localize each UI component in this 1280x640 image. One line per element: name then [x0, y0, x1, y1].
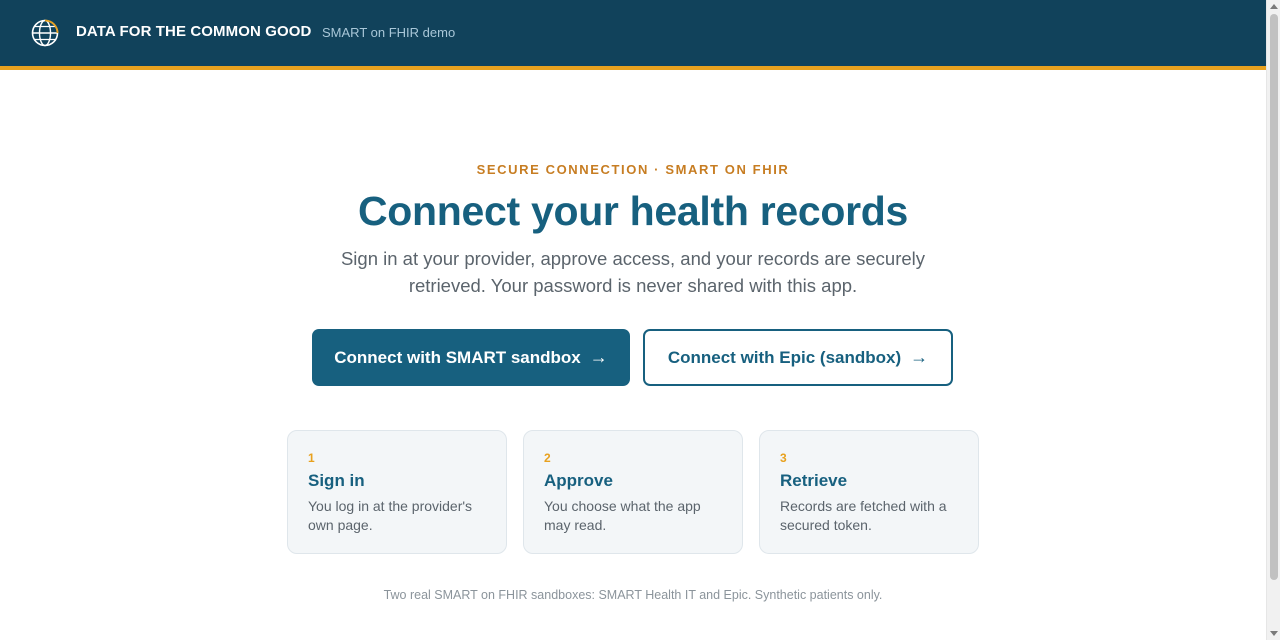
vertical-scrollbar[interactable] — [1266, 0, 1280, 640]
step-text: You log in at the provider's own page. — [308, 498, 473, 533]
arrow-right-icon: → — [589, 347, 608, 367]
step-card-retrieve: 3 Retrieve Records are fetched with a se… — [759, 430, 979, 554]
arrow-right-icon: → — [910, 347, 929, 367]
step-title: Sign in — [308, 471, 365, 490]
step-title: Approve — [544, 471, 613, 490]
hero-description: Sign in at your provider, approve access… — [340, 248, 926, 296]
brand-subtitle: SMART on FHIR demo — [322, 25, 456, 40]
scroll-thumb[interactable] — [1270, 14, 1278, 580]
brand-title[interactable]: DATA FOR THE COMMON GOOD — [76, 23, 311, 40]
step-number: 1 — [308, 451, 315, 465]
connect-smart-label: Connect with SMART sandbox — [334, 347, 581, 367]
scroll-up-arrow-icon[interactable] — [1270, 4, 1278, 9]
hero-eyebrow: SECURE CONNECTION · SMART ON FHIR — [476, 162, 790, 177]
connect-smart-button[interactable]: Connect with SMART sandbox → — [312, 329, 630, 386]
header-accent-bar — [0, 66, 1266, 70]
step-card-sign-in: 1 Sign in You log in at the provider's o… — [287, 430, 507, 554]
step-text: You choose what the app may read. — [544, 498, 701, 533]
step-text: Records are fetched with a secured token… — [780, 498, 947, 533]
connect-epic-label: Connect with Epic (sandbox) — [667, 347, 902, 367]
page: DATA FOR THE COMMON GOOD SMART on FHIR d… — [0, 0, 1280, 640]
page-title: Connect your health records — [357, 188, 909, 234]
connect-epic-button[interactable]: Connect with Epic (sandbox) → — [643, 329, 953, 386]
step-number: 3 — [780, 451, 787, 465]
step-number: 2 — [544, 451, 551, 465]
step-title: Retrieve — [780, 471, 848, 490]
scroll-down-arrow-icon[interactable] — [1270, 631, 1278, 636]
app-header: DATA FOR THE COMMON GOOD SMART on FHIR d… — [0, 0, 1266, 66]
footnote: Two real SMART on FHIR sandboxes: SMART … — [383, 588, 883, 602]
globe-icon — [31, 19, 59, 47]
step-card-approve: 2 Approve You choose what the app may re… — [523, 430, 743, 554]
